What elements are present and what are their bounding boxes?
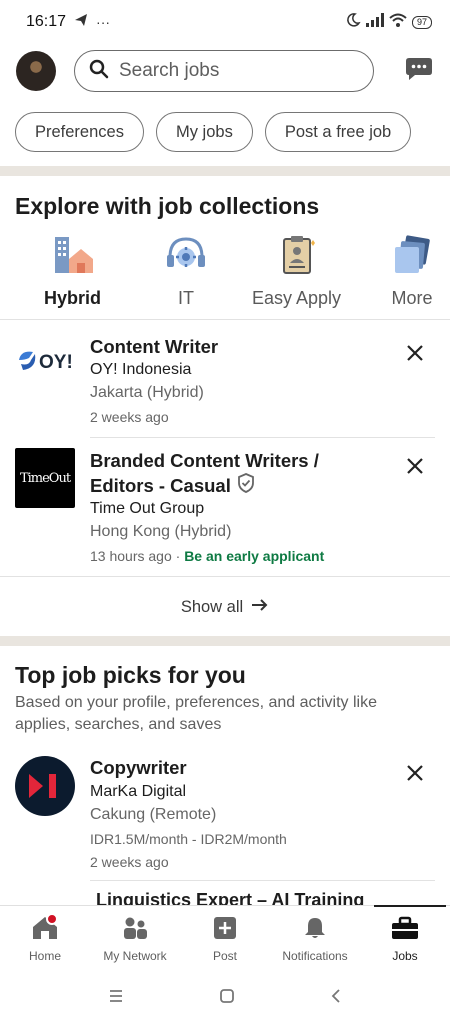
bottom-navigation: Home My Network Post Notifications Jobs	[0, 905, 450, 971]
post-icon	[213, 916, 237, 945]
back-icon[interactable]	[330, 988, 342, 1009]
job-card-content-writer[interactable]: OY! Content Writer OY! Indonesia Jakarta…	[0, 320, 450, 438]
dismiss-button[interactable]	[402, 455, 428, 481]
job-posted: 2 weeks ago	[90, 409, 169, 425]
job-posted: 2 weeks ago	[90, 854, 169, 870]
it-icon	[163, 232, 209, 278]
job-title[interactable]: Content Writer	[90, 335, 218, 359]
job-location: Hong Kong (Hybrid)	[90, 523, 232, 540]
more-icon	[389, 232, 435, 278]
dismiss-button[interactable]	[402, 342, 428, 368]
search-placeholder: Search jobs	[119, 60, 220, 81]
job-salary: IDR1.5M/month - IDR2M/month	[90, 831, 287, 847]
collection-hybrid[interactable]: Hybrid	[44, 232, 101, 309]
job-location: Jakarta (Hybrid)	[90, 384, 204, 401]
signal-icon	[365, 12, 384, 32]
collection-hybrid-label: Hybrid	[44, 288, 102, 308]
collections-title: Explore with job collections	[15, 193, 320, 219]
telegram-icon	[74, 13, 88, 32]
notification-dot	[46, 913, 58, 925]
section-divider	[0, 166, 450, 176]
early-applicant-badge: Be an early applicant	[184, 548, 325, 564]
nav-jobs[interactable]: Jobs	[360, 905, 450, 971]
nav-post[interactable]: Post	[180, 906, 270, 971]
my-jobs-chip[interactable]: My jobs	[155, 112, 253, 152]
moon-icon	[345, 12, 361, 33]
job-location: Cakung (Remote)	[90, 806, 217, 823]
job-collections: Hybrid IT Easy Apply More	[0, 232, 450, 316]
collection-it-label: IT	[178, 288, 194, 308]
show-all-button[interactable]: Show all	[0, 590, 450, 624]
close-icon	[407, 344, 423, 366]
collection-more[interactable]: More	[389, 232, 435, 309]
collection-more-label: More	[391, 288, 433, 308]
collection-easy-apply[interactable]: Easy Apply	[252, 232, 341, 309]
top-picks-title: Top job picks for you	[15, 662, 246, 688]
nav-my-network-label: My Network	[103, 949, 167, 963]
network-icon	[121, 916, 149, 945]
bell-icon	[303, 916, 327, 945]
messaging-button[interactable]	[404, 56, 434, 86]
timeout-logo: TimeOut	[15, 448, 75, 508]
job-card-copywriter[interactable]: Copywriter MarKa Digital Cakung (Remote)…	[0, 744, 450, 880]
divider-line	[90, 880, 435, 881]
nav-jobs-label: Jobs	[392, 949, 418, 963]
nav-notifications-label: Notifications	[282, 949, 348, 963]
briefcase-icon	[391, 916, 419, 945]
more-dots-icon: ···	[96, 14, 111, 30]
recent-apps-icon[interactable]	[108, 989, 124, 1008]
job-company: Time Out Group	[90, 500, 205, 517]
dismiss-button[interactable]	[402, 762, 428, 788]
divider-line	[0, 576, 450, 577]
job-title[interactable]: Copywriter	[90, 756, 187, 780]
nav-post-label: Post	[212, 949, 237, 963]
meta-separator: ·	[171, 548, 185, 564]
marka-logo	[15, 756, 75, 816]
top-header: Search jobs	[0, 48, 450, 94]
easy-apply-icon	[274, 232, 320, 278]
filter-chips: Preferences My jobs Post a free job	[15, 112, 412, 152]
active-tab-indicator	[374, 905, 446, 907]
battery-indicator: 97	[411, 15, 432, 29]
status-bar: 16:17 ··· 97	[0, 0, 450, 44]
timeout-logo-text: TimeOut	[19, 470, 71, 486]
job-title-line2: Editors - Casual	[90, 475, 231, 496]
nav-home[interactable]: Home	[0, 906, 90, 971]
search-icon	[89, 59, 109, 84]
system-navigation-bar	[0, 972, 450, 1024]
hybrid-icon	[50, 232, 96, 278]
preferences-chip[interactable]: Preferences	[15, 112, 144, 152]
peek-job-title[interactable]: Linguistics Expert – AI Training	[96, 890, 364, 905]
job-posted: 13 hours ago	[90, 548, 172, 564]
job-posted-line: 13 hours ago · Be an early applicant	[90, 545, 324, 567]
collection-it[interactable]: IT	[163, 232, 209, 309]
job-card-branded-content-writers[interactable]: TimeOut Branded Content Writers / Editor…	[0, 438, 450, 576]
close-icon	[407, 764, 423, 786]
nav-notifications[interactable]: Notifications	[270, 906, 360, 971]
avatar[interactable]	[16, 51, 56, 91]
show-all-label: Show all	[180, 597, 244, 616]
close-icon	[407, 457, 423, 479]
home-system-icon[interactable]	[219, 988, 235, 1009]
collection-easy-apply-label: Easy Apply	[252, 288, 342, 308]
verified-shield-icon	[237, 473, 255, 499]
nav-home-label: Home	[28, 949, 61, 963]
nav-my-network[interactable]: My Network	[90, 906, 180, 971]
job-company: MarKa Digital	[90, 783, 187, 800]
wifi-icon	[389, 13, 407, 32]
message-icon	[405, 56, 433, 87]
job-company: OY! Indonesia	[90, 361, 192, 378]
top-picks-subtitle: Based on your profile, preferences, and …	[15, 694, 377, 733]
status-time: 16:17	[26, 13, 67, 30]
search-input[interactable]: Search jobs	[74, 50, 374, 92]
oy-logo: OY!	[15, 330, 75, 390]
post-free-job-chip[interactable]: Post a free job	[264, 112, 412, 152]
job-title-line1[interactable]: Branded Content Writers /	[90, 449, 319, 473]
section-divider	[0, 636, 450, 646]
job-title-line2-wrap[interactable]: Editors - Casual	[90, 473, 255, 499]
oy-logo-text: OY!	[39, 352, 73, 373]
arrow-right-icon	[251, 598, 269, 617]
